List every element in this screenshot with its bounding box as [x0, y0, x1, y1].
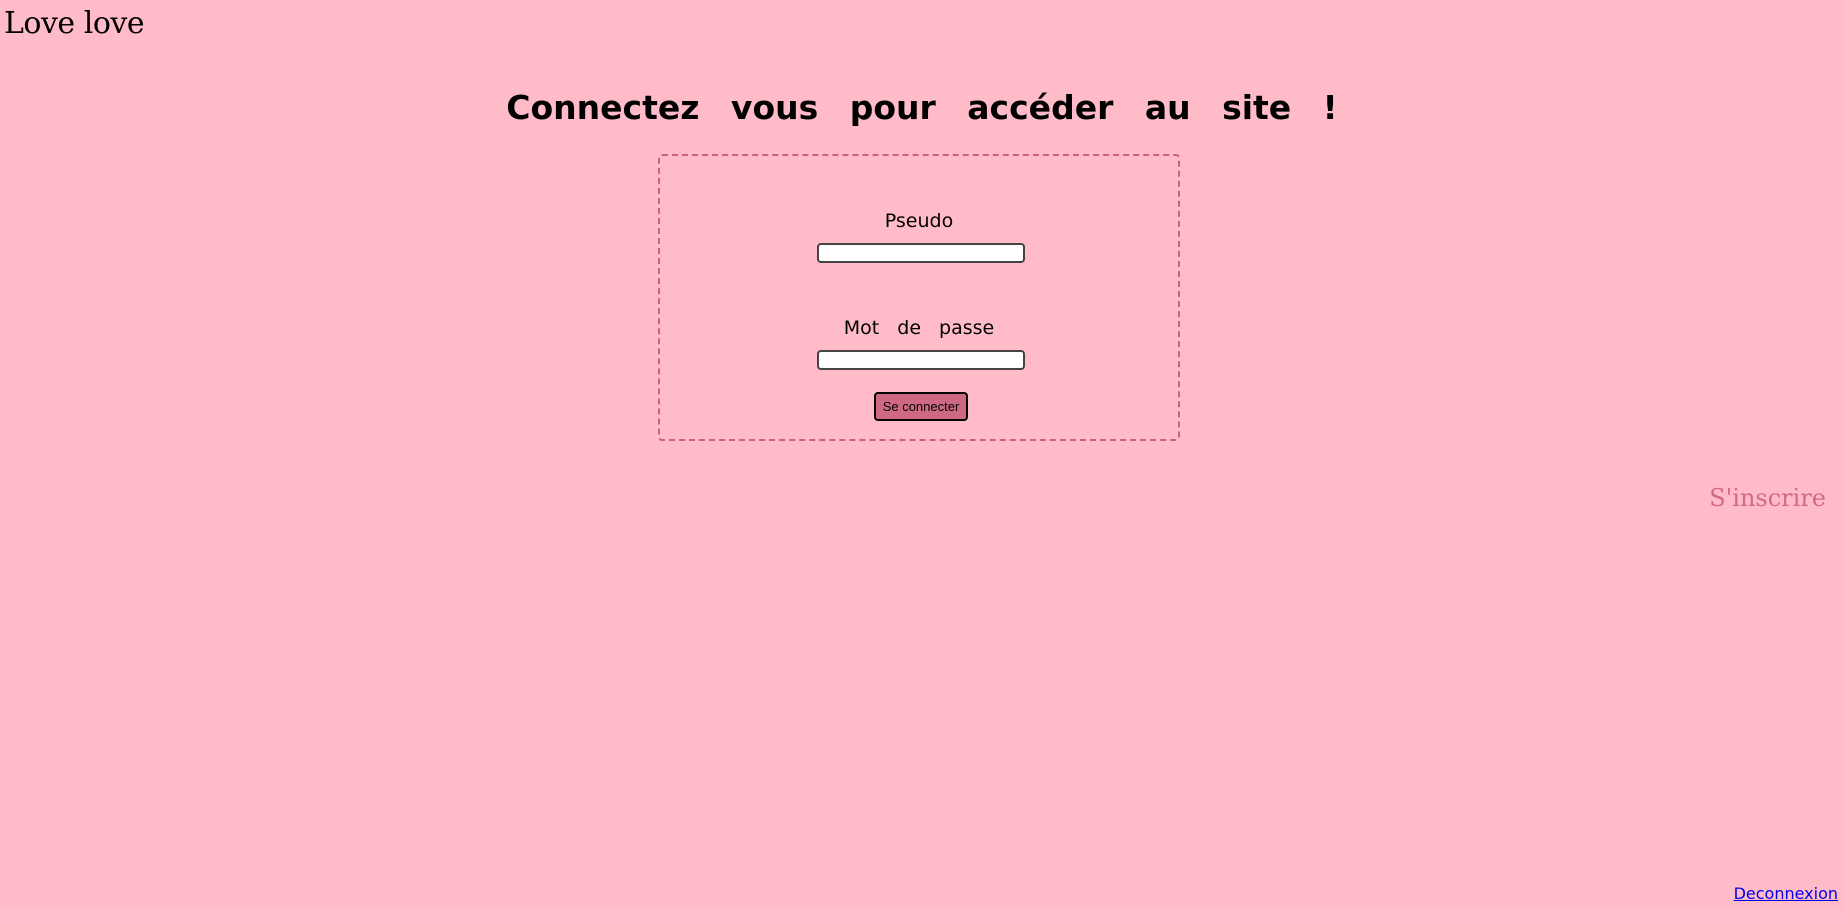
page-title: Connectez vous pour accéder au site !: [506, 88, 1338, 127]
signup-link[interactable]: S'inscrire: [1709, 484, 1826, 512]
login-button[interactable]: Se connecter: [874, 392, 968, 421]
site-logo: Love love: [4, 6, 145, 41]
page: Love love Connectez vous pour accéder au…: [0, 0, 1844, 909]
password-input[interactable]: [817, 350, 1025, 370]
pseudo-input[interactable]: [817, 243, 1025, 263]
password-label: Mot de passe: [843, 317, 995, 339]
pseudo-label: Pseudo: [884, 210, 954, 232]
logout-link[interactable]: Deconnexion: [1734, 884, 1838, 903]
login-form: Pseudo Mot de passe Se connecter: [658, 154, 1180, 441]
